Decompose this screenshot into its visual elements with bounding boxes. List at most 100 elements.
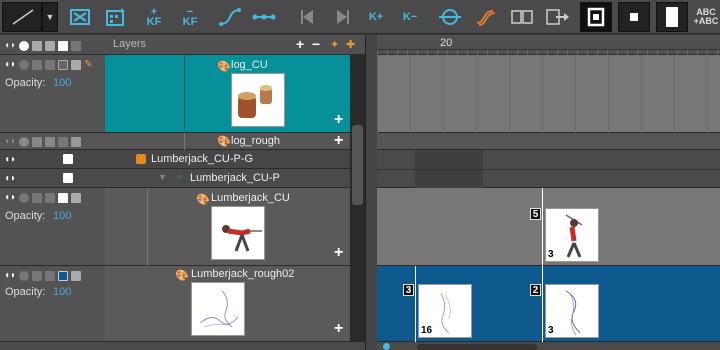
onion-skin-button[interactable] — [434, 2, 466, 32]
onion-toggle-icon[interactable]: ◖◗ — [4, 59, 16, 70]
add-drawing-button[interactable]: + — [100, 2, 132, 32]
color-swatch-icon[interactable] — [58, 270, 69, 281]
stack-icon[interactable] — [32, 59, 43, 70]
previous-keyframe-button[interactable] — [292, 2, 324, 32]
add-group-icon[interactable]: ✦ — [330, 38, 339, 51]
layer-row-lumberjack-cu-p-g[interactable]: ◖◗ Lumberjack_CU-P-G — [0, 150, 350, 169]
collapse-triangle-icon[interactable]: ▼ — [158, 172, 167, 182]
color-swatch-icon[interactable] — [58, 192, 69, 203]
timeline-ruler[interactable]: 20 — [377, 35, 720, 55]
display-mode-small-button[interactable] — [618, 2, 650, 32]
stack-icon[interactable] — [32, 40, 43, 51]
timeline-row-group[interactable] — [377, 150, 720, 188]
frame-thumbnail[interactable]: 3 — [545, 208, 599, 262]
clear-frame-icon — [70, 9, 90, 25]
timeline-row-lumberjack-rough02[interactable]: 3 16 2 3 — [377, 266, 720, 342]
clear-frame-button[interactable] — [64, 2, 96, 32]
layer-row-lumberjack-cu[interactable]: ◖◗ Opacity: 100 🎨 Lumberjack_CU + — [0, 188, 350, 266]
lock-icon[interactable] — [45, 136, 56, 147]
timeline-row-log-cu[interactable] — [377, 55, 720, 133]
zoom-slider-handle[interactable] — [383, 343, 390, 350]
linear-path-button[interactable] — [248, 2, 280, 32]
add-drawing-icon[interactable]: + — [334, 132, 343, 150]
visibility-icon[interactable] — [19, 40, 30, 51]
opacity-value[interactable]: 100 — [53, 210, 71, 222]
motion-line-icon — [252, 14, 276, 20]
layer-row-lumberjack-cu-p[interactable]: ◖◗ ▼ ⁘ Lumberjack_CU-P — [0, 169, 350, 188]
timeline-scrollbar[interactable] — [417, 344, 537, 350]
layer-label-area[interactable]: 🎨 log_CU + — [105, 55, 350, 133]
layers-scrollbar[interactable] — [350, 55, 365, 350]
text-tool-button[interactable]: ABC +ABC — [692, 2, 720, 32]
frame-count: 3 — [548, 325, 554, 336]
hierarchy-line — [184, 55, 185, 133]
add-drawing-icon[interactable]: + — [334, 244, 343, 262]
onion-toggle-icon[interactable]: ◖◗ — [4, 136, 16, 147]
opacity-value[interactable]: 100 — [53, 286, 71, 298]
next-keyframe-button[interactable] — [326, 2, 358, 32]
frame-thumbnail[interactable]: 16 — [418, 284, 472, 338]
layers-footer — [0, 342, 365, 350]
header-visibility-icons: ◖◗ — [4, 40, 82, 51]
split-view-button[interactable] — [506, 2, 538, 32]
motion-path-button[interactable] — [214, 2, 246, 32]
key-plus-button[interactable]: K+ — [360, 2, 392, 32]
key-minus-button[interactable]: K− — [394, 2, 426, 32]
stack-icon[interactable] — [32, 136, 43, 147]
onion-toggle-icon[interactable]: ◖◗ — [4, 40, 16, 51]
timeline-row-lumberjack-cu[interactable]: 5 3 — [377, 188, 720, 266]
pencil-icon[interactable]: ✎ — [84, 59, 92, 70]
layer-label-area[interactable]: 🎨 Lumberjack_rough02 + — [105, 266, 350, 341]
visibility-icon[interactable] — [19, 270, 30, 281]
lock-icon[interactable] — [45, 59, 56, 70]
lock-icon[interactable] — [45, 192, 56, 203]
panel-divider[interactable] — [365, 35, 377, 350]
layer-controls: ◖◗ ✎ Opacity: 100 — [0, 55, 105, 132]
onion-toggle-icon[interactable]: ◖◗ — [4, 192, 16, 203]
color-swatch-icon[interactable] — [58, 59, 69, 70]
layer-row-log-cu[interactable]: ◖◗ ✎ Opacity: 100 🎨 log_CU + — [0, 55, 350, 133]
grid-icon[interactable] — [71, 270, 82, 281]
motion-curve-icon — [219, 8, 241, 26]
visibility-icon[interactable] — [19, 136, 30, 147]
grid-icon[interactable] — [71, 136, 82, 147]
add-drawing-icon[interactable]: + — [334, 111, 343, 129]
add-effect-icon[interactable]: ✚ — [346, 38, 355, 51]
grid-icon[interactable] — [71, 40, 82, 51]
add-keyframe-button[interactable]: + KF — [138, 2, 170, 32]
lock-icon[interactable] — [45, 40, 56, 51]
lock-icon[interactable] — [45, 270, 56, 281]
layer-row-log-rough[interactable]: ◖◗ 🎨 log_rough + — [0, 132, 350, 150]
brush-dropdown-button[interactable]: ▼ — [42, 2, 58, 32]
brush-selector-button[interactable] — [2, 2, 42, 32]
display-mode-full-button[interactable] — [656, 2, 688, 32]
remove-layer-button[interactable]: − — [312, 36, 320, 52]
layer-type-icon: 🎨 — [217, 136, 231, 148]
color-swatch-icon[interactable] — [63, 173, 73, 183]
color-swatch-icon[interactable] — [63, 154, 73, 164]
remove-keyframe-button[interactable]: − KF — [174, 2, 206, 32]
layers-scrollbar-thumb[interactable] — [352, 125, 363, 205]
color-swatch-icon[interactable] — [58, 40, 69, 51]
add-drawing-icon[interactable]: + — [334, 320, 343, 338]
opacity-value[interactable]: 100 — [53, 77, 71, 89]
grid-icon[interactable] — [71, 192, 82, 203]
visibility-icon[interactable] — [19, 192, 30, 203]
frame-thumbnail[interactable]: 3 — [545, 284, 599, 338]
add-layer-button[interactable]: + — [296, 36, 304, 52]
stack-icon[interactable] — [32, 270, 43, 281]
onion-toggle-icon[interactable]: ◖◗ — [4, 173, 16, 184]
grid-icon[interactable] — [71, 59, 82, 70]
visibility-icon[interactable] — [19, 59, 30, 70]
layer-row-lumberjack-rough02[interactable]: ◖◗ Opacity: 100 🎨 Lumberjack_rough02 + — [0, 266, 350, 342]
frame-grid — [377, 55, 720, 133]
display-mode-thick-button[interactable] — [580, 2, 612, 32]
export-frame-button[interactable] — [542, 2, 574, 32]
onion-toggle-icon[interactable]: ◖◗ — [4, 154, 16, 165]
timeline-row-log-rough[interactable] — [377, 133, 720, 150]
stack-icon[interactable] — [32, 192, 43, 203]
layer-label-area[interactable]: 🎨 Lumberjack_CU + — [105, 188, 350, 266]
ease-curve-button[interactable] — [470, 2, 502, 32]
onion-toggle-icon[interactable]: ◖◗ — [4, 270, 16, 281]
color-swatch-icon[interactable] — [58, 136, 69, 147]
